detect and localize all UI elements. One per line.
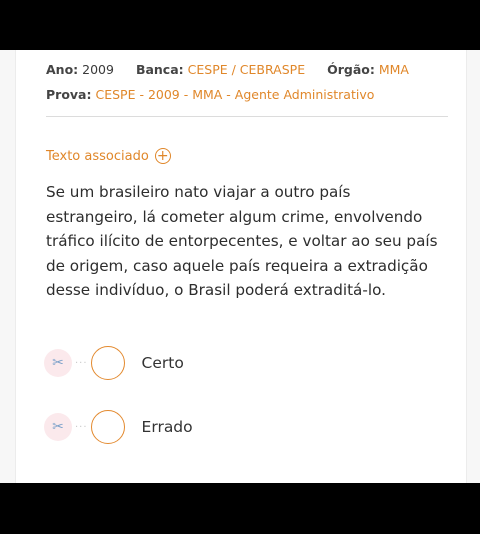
dots-separator: ··· <box>75 421 88 433</box>
scissors-icon[interactable]: ✂ <box>44 413 72 441</box>
divider <box>46 116 448 117</box>
orgao-link[interactable]: MMA <box>379 62 409 77</box>
option-label-certo: Certo <box>141 354 184 372</box>
question-card: Ano: 2009 Banca: CESPE / CEBRASPE Órgão:… <box>15 50 467 483</box>
texto-associado-label: Texto associado <box>46 148 149 164</box>
ano-label: Ano: <box>46 62 79 77</box>
texto-associado-button[interactable]: Texto associado + <box>46 148 171 164</box>
radio-certo[interactable] <box>90 346 125 380</box>
prova-link[interactable]: CESPE - 2009 - MMA - Agente Administrati… <box>95 87 374 102</box>
option-label-errado: Errado <box>141 418 193 436</box>
meta-row-1: Ano: 2009 Banca: CESPE / CEBRASPE Órgão:… <box>46 62 409 77</box>
option-certo[interactable]: ✂ ··· Certo <box>44 346 184 380</box>
banca-label: Banca: <box>135 62 184 77</box>
ano-value: 2009 <box>82 62 114 77</box>
dots-separator: ··· <box>75 357 88 369</box>
meta-row-2: Prova: CESPE - 2009 - MMA - Agente Admin… <box>46 87 374 102</box>
prova-label: Prova: <box>46 87 92 102</box>
question-statement: Se um brasileiro nato viajar a outro paí… <box>46 183 438 299</box>
option-errado[interactable]: ✂ ··· Errado <box>44 410 193 444</box>
scissors-icon[interactable]: ✂ <box>44 349 72 377</box>
orgao-label: Órgão: <box>327 62 375 77</box>
banca-link[interactable]: CESPE / CEBRASPE <box>188 62 305 77</box>
question-page: Ano: 2009 Banca: CESPE / CEBRASPE Órgão:… <box>0 50 480 483</box>
plus-circle-icon[interactable]: + <box>154 148 171 164</box>
radio-errado[interactable] <box>90 410 125 444</box>
